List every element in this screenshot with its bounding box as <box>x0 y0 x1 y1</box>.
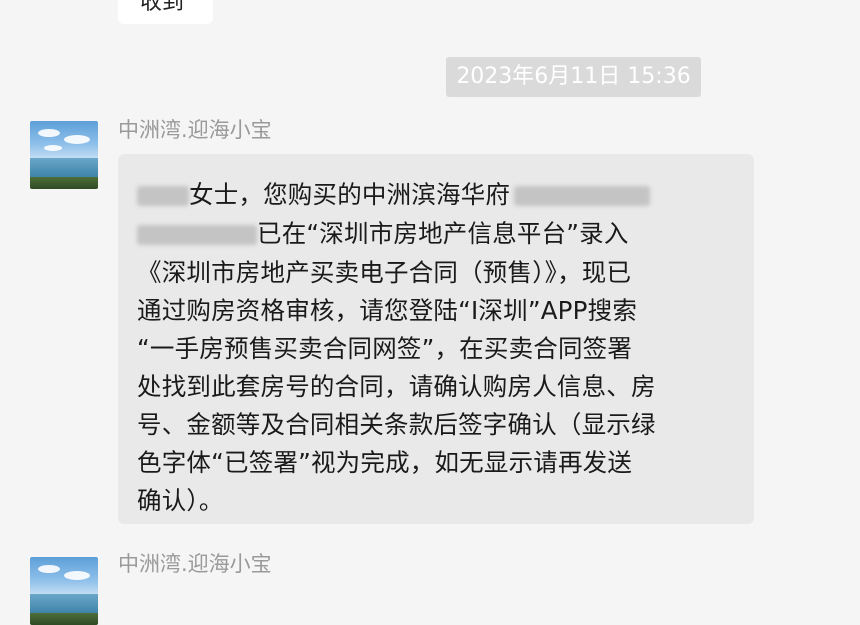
next-sender-name: 中洲湾.迎海小宝 <box>118 552 272 576</box>
message-line: 通过购房资格审核，请您登陆“I深圳”APP搜索 <box>137 296 638 325</box>
sender-avatar[interactable] <box>30 121 98 189</box>
redacted-address <box>514 186 651 206</box>
previous-message-text: 收到 <box>140 0 185 15</box>
message-line: 已在“深圳市房地产信息平台”录入 <box>137 215 629 250</box>
message-line: 号、金额等及合同相关条款后签字确认（显示绿 <box>137 410 656 439</box>
message-line: 处找到此套房号的合同，请确认购房人信息、房 <box>137 372 656 401</box>
message-line: 确认）。 <box>137 486 224 515</box>
redacted-name <box>137 186 189 206</box>
redacted-unit <box>137 225 257 245</box>
sender-name: 中洲湾.迎海小宝 <box>118 118 272 142</box>
message-text-1: 女士，您购买的中洲滨海华府 <box>189 180 511 209</box>
message-text-2: 已在“深圳市房地产信息平台”录入 <box>257 219 629 248</box>
message-timestamp: 2023年6月11日 15:36 <box>446 57 701 97</box>
message-line: 女士，您购买的中洲滨海华府 <box>137 176 651 211</box>
message-line: 《深圳市房地产买卖电子合同（预售）》，现已 <box>137 258 632 287</box>
message-line: “一手房预售买卖合同网签”，在买卖合同签署 <box>137 334 633 363</box>
next-sender-avatar[interactable] <box>30 557 98 625</box>
message-line: 色字体“已签署”视为完成，如无显示请再发送 <box>137 448 633 477</box>
previous-message-bubble[interactable]: 收到 <box>118 0 213 24</box>
